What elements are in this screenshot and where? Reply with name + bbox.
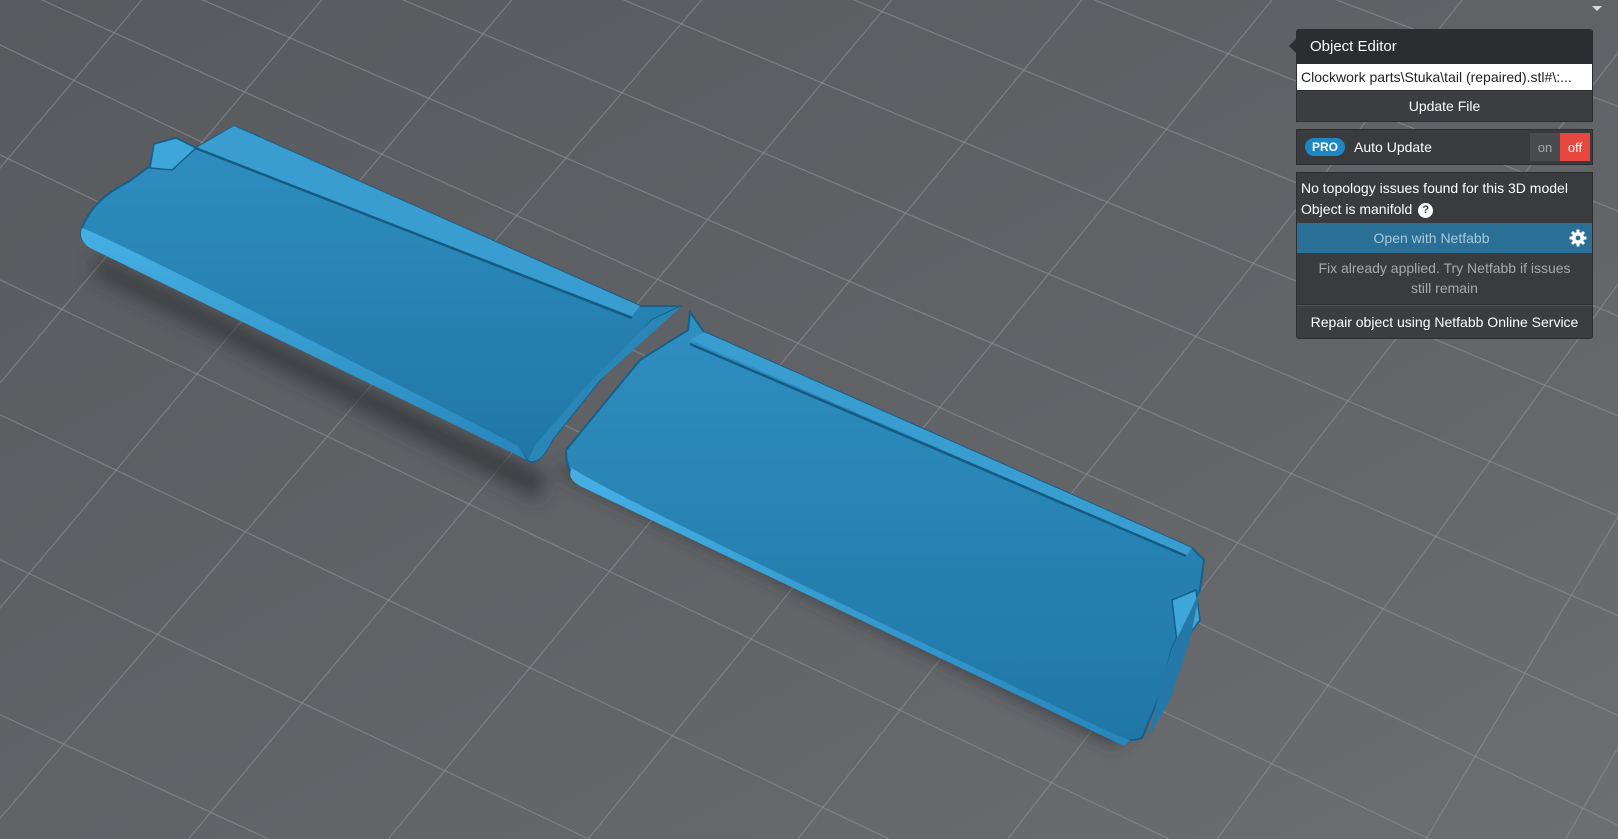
help-icon[interactable]: ? <box>1418 202 1434 218</box>
topology-status-box: No topology issues found for this 3D mod… <box>1296 172 1593 305</box>
object-editor-title: Object Editor <box>1289 29 1593 63</box>
auto-update-row: PRO Auto Update on off <box>1296 129 1593 165</box>
toggle-on-option[interactable]: on <box>1530 133 1560 161</box>
auto-update-toggle[interactable]: on off <box>1530 133 1590 161</box>
open-with-netfabb-button[interactable]: Open with Netfabb <box>1297 223 1592 253</box>
file-path-input[interactable] <box>1296 63 1593 91</box>
update-file-button[interactable]: Update File <box>1296 91 1593 122</box>
toggle-off-option[interactable]: off <box>1560 133 1590 161</box>
manifold-status: Object is manifold? <box>1297 197 1592 218</box>
pro-badge: PRO <box>1305 138 1346 156</box>
fix-applied-note: Fix already applied. Try Netfabb if issu… <box>1318 260 1571 296</box>
auto-update-label: Auto Update <box>1354 139 1432 155</box>
gear-icon[interactable] <box>1568 228 1588 248</box>
object-editor-panel: Object Editor Update File PRO Auto Updat… <box>1289 29 1593 339</box>
open-with-netfabb-label: Open with Netfabb <box>1373 230 1490 246</box>
topology-message: No topology issues found for this 3D mod… <box>1301 180 1568 196</box>
repair-online-button[interactable]: Repair object using Netfabb Online Servi… <box>1296 305 1593 339</box>
manifold-label: Object is manifold <box>1301 201 1413 217</box>
